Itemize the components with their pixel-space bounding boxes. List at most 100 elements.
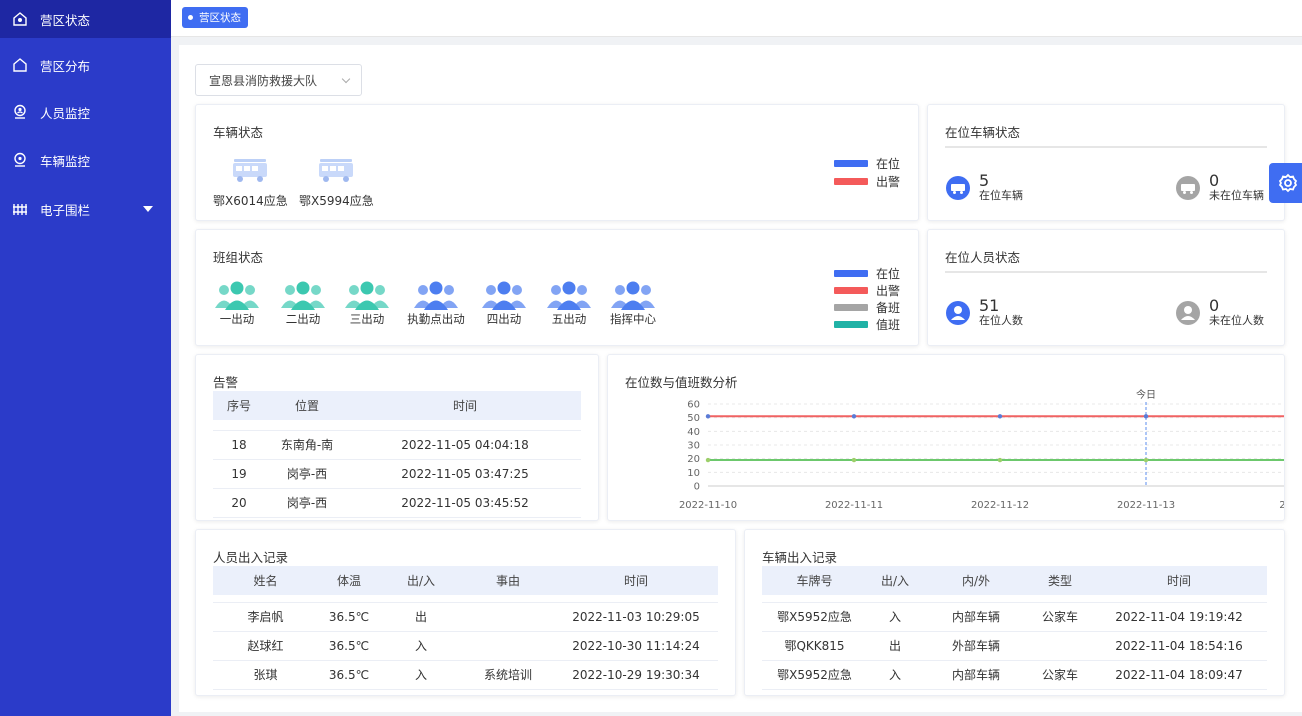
y-tick-label: 10 — [687, 468, 700, 479]
tab-camp-status[interactable]: 营区状态 — [182, 7, 248, 28]
legend-swatch — [834, 270, 868, 277]
fire-truck-icon — [319, 159, 354, 182]
team-label: 四出动 — [486, 312, 522, 326]
alarm-table: 序号 位置 时间 18 东南角-南 2022-11-05 04:04:18 19 岗亭… — [213, 391, 581, 518]
sidebar-item-fence[interactable]: 电子围栏 — [0, 190, 171, 228]
unit-select[interactable]: 宣恩县消防救援大队 — [195, 64, 362, 96]
present-vehicles-count: 5 — [979, 171, 990, 190]
team-item[interactable]: 二出动 — [278, 280, 328, 327]
legend-swatch — [834, 178, 868, 185]
y-tick-label: 40 — [687, 427, 700, 438]
fence-icon — [13, 204, 27, 215]
y-tick-label: 30 — [687, 441, 700, 452]
line-chart: 0 10 20 30 40 50 60 2022-11-10 2022-11-11 2022-11… — [679, 388, 1284, 511]
legend-item: 出警 — [834, 173, 900, 190]
team-item[interactable]: 指挥中心 — [608, 280, 658, 327]
divider — [945, 146, 1267, 148]
table-row[interactable]: 鄂X5952应急入内部车辆 公家车 2022-11-04 18:09:47 — [762, 660, 1267, 690]
table-cell: 出 — [380, 602, 462, 632]
team-group-icon — [215, 281, 259, 310]
data-point — [997, 457, 1003, 463]
sidebar-item-personnel-monitor[interactable]: 人员监控 — [0, 93, 171, 131]
data-point — [851, 414, 857, 419]
table-cell: 2022-11-03 10:29:05 — [554, 602, 718, 632]
team-item[interactable]: 四出动 — [479, 280, 529, 327]
table-cell — [462, 631, 554, 661]
legend-item: 在位 — [834, 265, 900, 282]
spacer-row — [213, 595, 718, 603]
table-row[interactable]: 鄂QKK815 出外部车辆 2022-11-04 18:54:16 — [762, 631, 1267, 661]
team-item[interactable]: 执勤点出动 — [404, 280, 468, 327]
x-tick-label: 2022-11-13 — [1117, 500, 1175, 511]
legend-item: 备班 — [834, 299, 900, 316]
table-cell: 鄂X5952应急 — [762, 660, 867, 690]
table-cell: 外部车辆 — [923, 631, 1029, 661]
table-row[interactable]: 20 岗亭-西 2022-11-05 03:45:52 — [213, 488, 581, 518]
team-item[interactable]: 一出动 — [212, 280, 262, 327]
sidebar-item-label: 车辆监控 — [40, 153, 91, 169]
legend-item: 值班 — [834, 316, 900, 333]
table-cell: 赵球红 — [213, 631, 318, 661]
fire-truck-icon — [233, 159, 268, 182]
person-location-icon — [14, 104, 26, 119]
sidebar-item-camp-distribution[interactable]: 营区分布 — [0, 46, 171, 84]
legend-item: 出警 — [834, 282, 900, 299]
present-vehicles-label: 在位车辆 — [979, 189, 1023, 202]
table-cell: 36.5℃ — [318, 660, 380, 690]
person-icon — [1176, 301, 1200, 325]
table-cell: 鄂X5952应急 — [762, 602, 867, 632]
table-row[interactable]: 18 东南角-南 2022-11-05 04:04:18 — [213, 430, 581, 460]
table-cell: 19 — [213, 459, 265, 489]
table-cell: 系统培训 — [462, 660, 554, 690]
vehicle-item[interactable]: 鄂X6014应急 — [213, 157, 288, 209]
table-cell: 鄂QKK815 — [762, 631, 867, 661]
column-header: 内/外 — [923, 566, 1029, 595]
spacer-cell — [1091, 595, 1267, 603]
present-vehicles-stat: 5 在位车辆 — [946, 173, 1023, 203]
tab-label: 营区状态 — [199, 12, 241, 24]
data-point — [705, 457, 711, 463]
table-cell: 入 — [867, 602, 923, 632]
x-tick-label: 2022-11-12 — [971, 500, 1029, 511]
table-cell: 岗亭-西 — [265, 459, 349, 489]
table-row[interactable]: 赵球红 36.5℃ 入 2022-10-30 11:14:24 — [213, 631, 718, 661]
legend-swatch — [834, 160, 868, 167]
spacer-cell — [554, 595, 718, 603]
table-row[interactable]: 张琪 36.5℃ 入系统培训 2022-10-29 19:30:34 — [213, 660, 718, 690]
spacer-cell — [762, 595, 867, 603]
sidebar-item-vehicle-monitor[interactable]: 车辆监控 — [0, 141, 171, 179]
chevron-down-icon — [143, 206, 153, 212]
camp-status-icon — [13, 12, 27, 26]
legend-swatch — [834, 321, 868, 328]
table-header-row: 序号 位置 时间 — [213, 391, 581, 420]
table-cell: 出 — [867, 631, 923, 661]
table-header-row: 姓名 体温 出/入 事由 时间 — [213, 566, 718, 595]
vehicle-plate: 鄂X6014应急 — [213, 194, 288, 208]
spacer-cell — [462, 595, 554, 603]
sidebar-item-camp-status[interactable]: 营区状态 — [0, 0, 171, 38]
table-row[interactable]: 19 岗亭-西 2022-11-05 03:47:25 — [213, 459, 581, 489]
alarm-card: 告警 序号 位置 时间 18 东南角-南 2022-11-05 04:04:18 1… — [195, 354, 599, 521]
data-point — [851, 457, 857, 463]
table-cell — [462, 602, 554, 632]
settings-button[interactable] — [1269, 163, 1302, 203]
vehicle-item[interactable]: 鄂X5994应急 — [299, 157, 374, 209]
legend-item: 在位 — [834, 155, 900, 172]
column-header: 体温 — [318, 566, 380, 595]
analysis-chart-card: 在位数与值班数分析 0 10 20 30 40 50 60 2022-11-10 2022-11… — [607, 354, 1285, 521]
card-title: 车辆出入记录 — [762, 550, 838, 565]
table-row[interactable]: 李启帆 36.5℃ 出 2022-11-03 10:29:05 — [213, 602, 718, 632]
team-list: 一出动 二出动 三出动 执勤点出动 四出动 五出动 指挥中心 — [196, 280, 656, 340]
card-title: 告警 — [213, 375, 239, 390]
vehicle-records-table: 车牌号 出/入 内/外 类型 时间 鄂X5952应急入内部车辆 公家车 2022-1… — [762, 566, 1267, 690]
table-row[interactable]: 鄂X5952应急入内部车辆 公家车 2022-11-04 19:19:42 — [762, 602, 1267, 632]
column-header: 出/入 — [867, 566, 923, 595]
team-label: 执勤点出动 — [407, 312, 465, 326]
team-label: 二出动 — [285, 312, 321, 326]
team-item[interactable]: 三出动 — [342, 280, 392, 327]
sidebar-item-label: 人员监控 — [40, 105, 91, 121]
team-item[interactable]: 五出动 — [544, 280, 594, 327]
spacer-cell — [867, 595, 923, 603]
absent-vehicles-count: 0 — [1209, 171, 1220, 190]
fire-truck-icon — [1176, 176, 1200, 200]
